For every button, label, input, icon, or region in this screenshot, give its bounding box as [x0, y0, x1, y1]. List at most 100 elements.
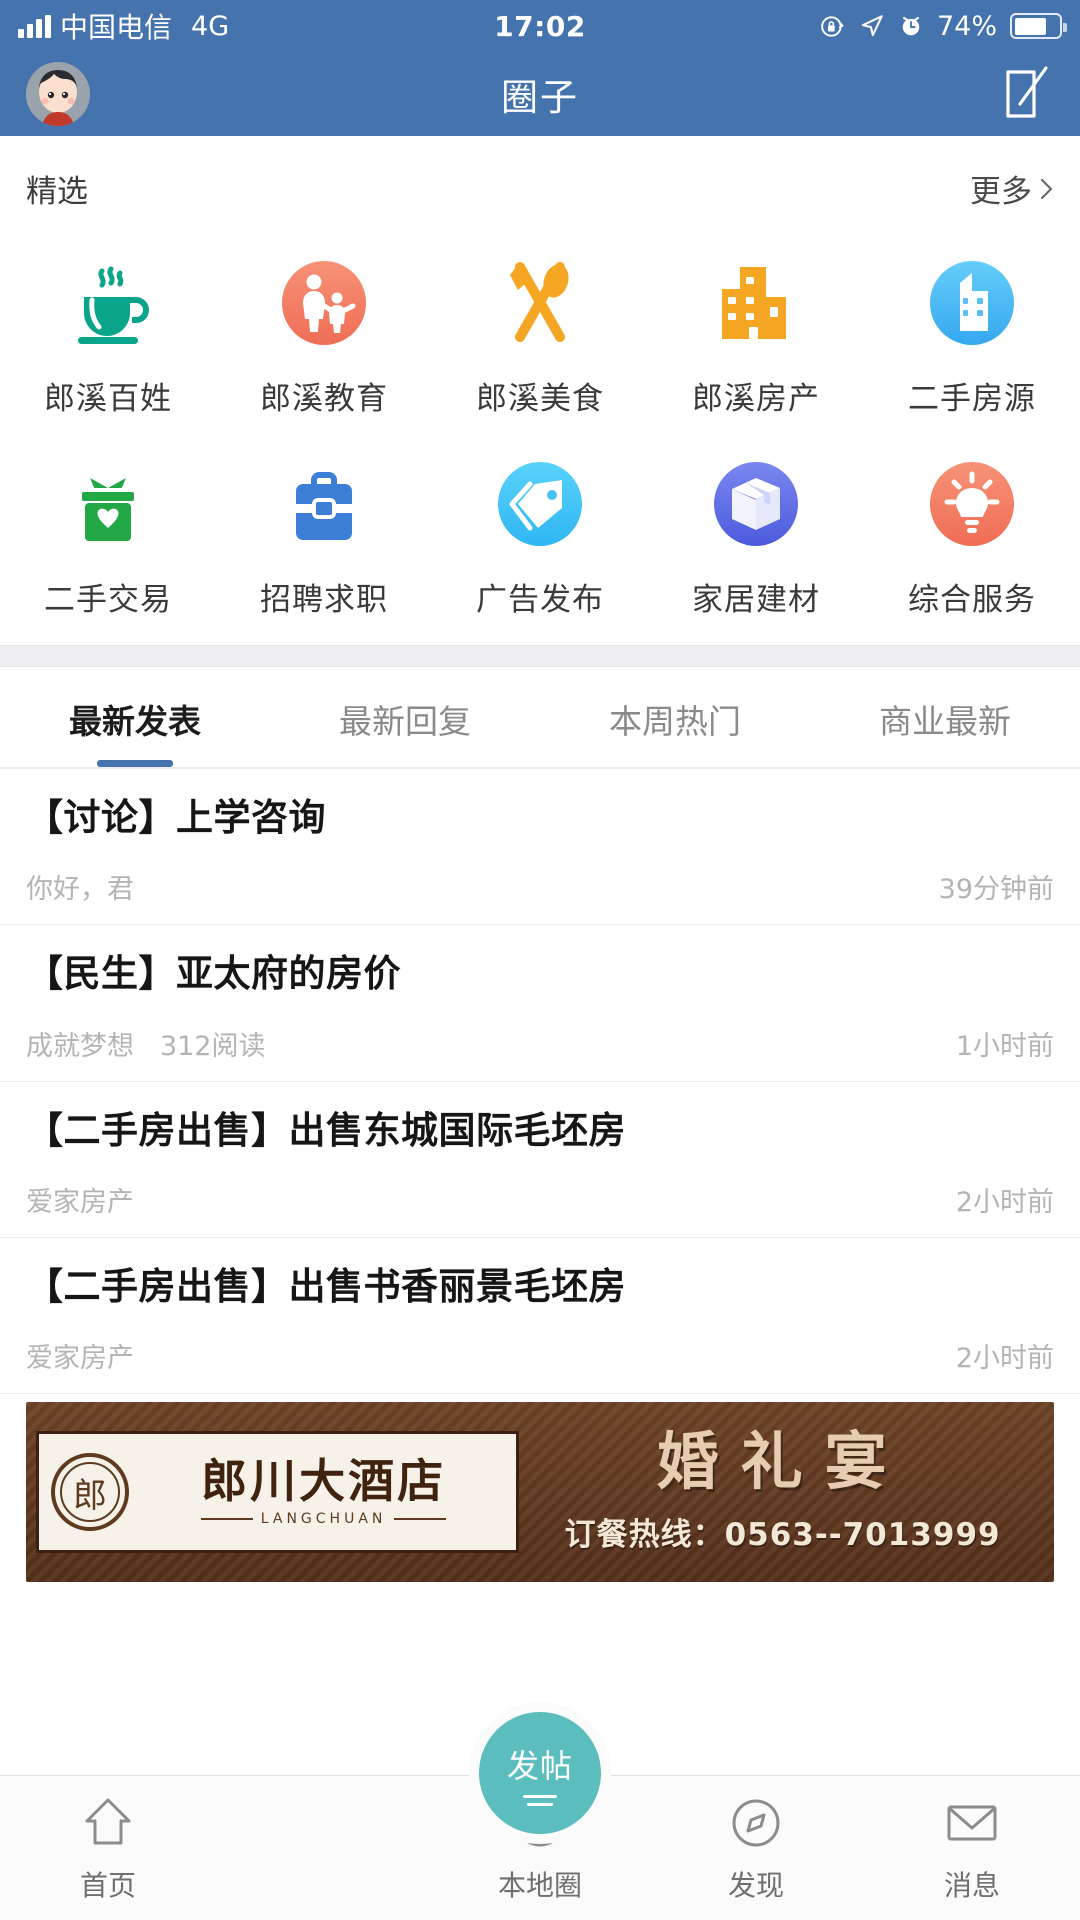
- post-list-item[interactable]: 【二手房出售】出售书香丽景毛坯房 爱家房产 2小时前: [0, 1238, 1080, 1394]
- featured-item-label: 郎溪百姓: [44, 381, 172, 417]
- featured-more-label: 更多: [970, 174, 1032, 210]
- tab-business-latest[interactable]: 商业最新: [810, 667, 1080, 767]
- featured-item-food[interactable]: 郎溪美食: [432, 235, 648, 436]
- featured-item-secondhand-trade[interactable]: 二手交易: [0, 436, 216, 637]
- battery-percent-label: 74%: [936, 10, 997, 42]
- featured-header: 精选 更多: [0, 136, 1080, 221]
- featured-item-label: 郎溪美食: [476, 381, 604, 417]
- post-meta: 你好，君 39分钟前: [26, 867, 1054, 906]
- feed-tabs: 最新发表 最新回复 本周热门 商业最新: [0, 667, 1080, 767]
- featured-title: 精选: [26, 174, 88, 210]
- tabbar-item-label: 发现: [727, 1869, 784, 1902]
- tab-label: 最新发表: [69, 702, 201, 741]
- post-list-item[interactable]: 【民生】亚太府的房价 成就梦想 312阅读 1小时前: [0, 925, 1080, 1082]
- create-post-label: 发帖: [506, 1746, 573, 1785]
- building-icon: [702, 249, 810, 357]
- compass-icon: [727, 1794, 785, 1852]
- post-time: 2小时前: [955, 1186, 1054, 1218]
- post-time: 1小时前: [955, 1030, 1054, 1062]
- featured-grid: 郎溪百姓 郎溪教育 郎溪美食 郎溪房产 二手房源 二手交易 招聘求职 广告发布 …: [0, 221, 1080, 645]
- post-meta: 成就梦想 312阅读 1小时前: [26, 1024, 1054, 1063]
- fork-spoon-icon: [486, 249, 594, 357]
- post-list-item[interactable]: 【讨论】上学咨询 你好，君 39分钟前: [0, 769, 1080, 926]
- post-meta: 爱家房产 2小时前: [26, 1336, 1054, 1375]
- status-bar-right: 74%: [819, 10, 1067, 42]
- house-circle-icon: [918, 249, 1026, 357]
- nav-bar: 圈子: [0, 52, 1080, 136]
- post-time: 39分钟前: [938, 874, 1054, 906]
- tabbar-item-post-spacer: [216, 1776, 432, 1864]
- featured-item-property[interactable]: 郎溪房产: [648, 235, 864, 436]
- briefcase-icon: [270, 450, 378, 558]
- featured-item-label: 家居建材: [692, 582, 820, 618]
- featured-more-button[interactable]: 更多: [970, 166, 1054, 211]
- hotel-seal-icon: 郎: [51, 1453, 129, 1531]
- featured-item-secondhand-house[interactable]: 二手房源: [864, 235, 1080, 436]
- coffee-cup-icon: [54, 249, 162, 357]
- tab-latest-replies[interactable]: 最新回复: [270, 667, 540, 767]
- tab-latest-posts[interactable]: 最新发表: [0, 667, 270, 767]
- tabbar-item-label: 首页: [79, 1869, 136, 1902]
- post-author: 爱家房产: [26, 1186, 134, 1218]
- status-bar: 中国电信 4G 17:02 74%: [0, 0, 1080, 52]
- chevron-right-icon: [1040, 178, 1053, 199]
- money-box-icon: [54, 450, 162, 558]
- featured-item-home-materials[interactable]: 家居建材: [648, 436, 864, 637]
- hotel-name-block: 郎川大酒店 LANGCHUAN: [143, 1458, 504, 1527]
- page-title: 圈子: [501, 76, 579, 119]
- tabbar-item-label: 消息: [943, 1869, 1000, 1902]
- featured-item-jobs[interactable]: 招聘求职: [216, 436, 432, 637]
- post-title: 【二手房出售】出售书香丽景毛坯房: [26, 1264, 626, 1308]
- featured-item-label: 招聘求职: [260, 582, 388, 618]
- featured-item-ads[interactable]: 广告发布: [432, 436, 648, 637]
- featured-item-education[interactable]: 郎溪教育: [216, 235, 432, 436]
- tab-label: 本周热门: [609, 702, 741, 741]
- alarm-clock-icon: [902, 16, 920, 36]
- rotation-lock-icon: [821, 15, 844, 37]
- battery-icon: [1010, 13, 1067, 39]
- post-list-item[interactable]: 【二手房出售】出售东城国际毛坯房 爱家房产 2小时前: [0, 1082, 1080, 1238]
- bottom-tab-bar: 首页 本地圈 发现 消息 发帖: [0, 1712, 1080, 1920]
- post-title: 【讨论】上学咨询: [26, 796, 326, 839]
- compose-button[interactable]: [1002, 66, 1054, 122]
- tab-label: 商业最新: [879, 702, 1011, 741]
- featured-panel: 精选 更多 郎溪百姓 郎溪教育 郎溪美食 郎溪房产 二手房源 二手交易 招聘求职…: [0, 136, 1080, 645]
- lightbulb-icon: [918, 450, 1026, 558]
- featured-item-label: 广告发布: [476, 582, 604, 618]
- tabbar-item-messages[interactable]: 消息: [864, 1776, 1080, 1904]
- post-title: 【民生】亚太府的房价: [26, 952, 401, 996]
- ad-banner-text-block: 婚礼宴 订餐热线：0563--7013999: [519, 1430, 1054, 1554]
- featured-item-coffee[interactable]: 郎溪百姓: [0, 235, 216, 436]
- post-author: 成就梦想: [26, 1030, 134, 1062]
- post-author: 爱家房产: [26, 1343, 134, 1374]
- tabbar-item-discover[interactable]: 发现: [648, 1776, 864, 1904]
- post-views: 312阅读: [160, 1030, 266, 1062]
- ad-banner[interactable]: 郎 郎川大酒店 LANGCHUAN 婚礼宴 订餐热线：0563--7013999: [26, 1402, 1054, 1582]
- compose-pencil-icon: [1006, 66, 1048, 118]
- ad-hotline: 订餐热线：0563--7013999: [564, 1516, 1001, 1553]
- envelope-icon: [943, 1794, 1001, 1852]
- post-author: 你好，君: [26, 874, 134, 906]
- featured-item-label: 郎溪教育: [260, 381, 388, 417]
- featured-item-label: 郎溪房产: [692, 381, 820, 417]
- post-meta: 爱家房产 2小时前: [26, 1180, 1054, 1219]
- featured-item-label: 二手交易: [44, 582, 172, 618]
- compose-lines-icon: [523, 1794, 557, 1806]
- tab-label: 最新回复: [339, 702, 471, 741]
- price-tag-icon: [486, 450, 594, 558]
- featured-item-label: 二手房源: [908, 381, 1036, 417]
- section-divider: [0, 645, 1080, 667]
- post-title: 【二手房出售】出售东城国际毛坯房: [26, 1108, 626, 1152]
- create-post-button[interactable]: 发帖: [479, 1712, 601, 1834]
- featured-item-services[interactable]: 综合服务: [864, 436, 1080, 637]
- tab-weekly-hot[interactable]: 本周热门: [540, 667, 810, 767]
- hotel-name-cn: 郎川大酒店: [201, 1453, 447, 1508]
- tabbar-item-home[interactable]: 首页: [0, 1776, 216, 1904]
- featured-item-label: 综合服务: [908, 582, 1036, 618]
- location-arrow-icon: [861, 15, 883, 37]
- package-box-icon: [702, 450, 810, 558]
- hotel-name-en: LANGCHUAN: [143, 1511, 504, 1527]
- post-time: 2小时前: [955, 1343, 1054, 1374]
- home-icon: [79, 1794, 137, 1852]
